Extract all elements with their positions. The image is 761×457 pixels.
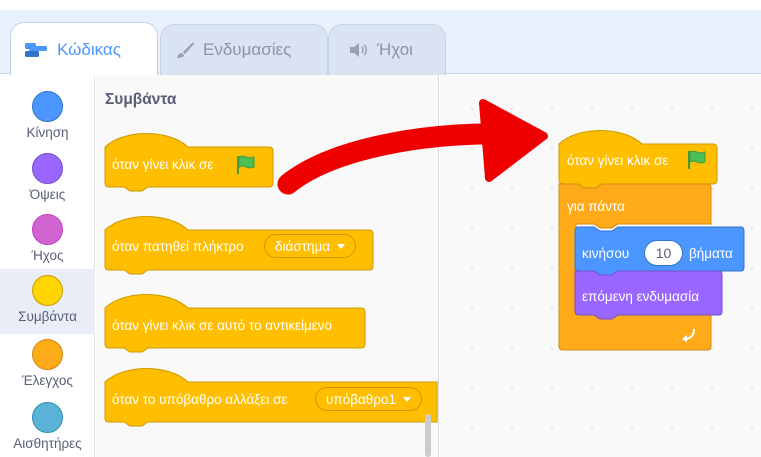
move-block-suffix: βήματα (689, 246, 733, 261)
category-looks-label: Όψεις (29, 187, 66, 202)
category-control[interactable]: Έλεγχος (0, 333, 95, 398)
category-sensing[interactable]: Αισθητήρες (0, 396, 95, 457)
tab-sounds[interactable]: Ήχοι (328, 24, 446, 75)
category-events[interactable]: Συμβάντα (0, 269, 95, 334)
code-icon (25, 42, 49, 58)
block-when-backdrop-switches-label: όταν το υπόβαθρο αλλάξει σε (112, 392, 288, 407)
backdrop-dropdown-value: υπόβαθρο1 (326, 391, 396, 407)
next-costume-block-label: επόμενη ενδυμασία (582, 289, 700, 304)
move-block-prefix: κινήσου (582, 246, 630, 261)
green-flag-icon (237, 155, 255, 174)
palette-section-title: Συμβάντα (105, 91, 177, 108)
category-sensing-dot (32, 402, 63, 433)
tab-costumes-label: Ενδυμασίες (203, 40, 292, 59)
category-events-label: Συμβάντα (18, 309, 77, 324)
costume-brush-icon (175, 41, 195, 59)
tab-code[interactable]: Κώδικας (10, 22, 158, 76)
category-motion-label: Κίνηση (26, 125, 69, 140)
key-dropdown-value: διάστημα (275, 238, 331, 254)
category-sound-dot (32, 214, 63, 245)
block-when-key-pressed-label: όταν πατηθεί πλήκτρο (112, 239, 244, 254)
block-when-flag-clicked-label: όταν γίνει κλικ σε (112, 157, 214, 172)
script-hat-label: όταν γίνει κλικ σε (567, 153, 669, 168)
category-motion[interactable]: Κίνηση (0, 85, 95, 150)
category-motion-dot (32, 91, 63, 122)
tab-costumes[interactable]: Ενδυμασίες (160, 24, 328, 75)
palette-scrollbar[interactable] (425, 414, 431, 457)
category-control-dot (32, 339, 63, 370)
forever-block-label: για πάντα (567, 199, 625, 214)
move-steps-input[interactable]: 10 (644, 240, 683, 266)
block-when-sprite-clicked-label: όταν γίνει κλικ σε αυτό το αντικείμενο (112, 318, 333, 333)
category-control-label: Έλεγχος (22, 373, 73, 388)
green-flag-icon (688, 150, 706, 169)
category-looks-dot (32, 153, 63, 184)
category-sound[interactable]: Ήχος (0, 208, 95, 273)
code-workspace[interactable]: όταν γίνει κλικ σε για πάντα κινήσου 10 … (440, 75, 761, 457)
sound-icon (349, 42, 369, 58)
chevron-down-icon (337, 243, 346, 249)
category-sensing-label: Αισθητήρες (13, 436, 82, 451)
tab-sounds-label: Ήχοι (377, 40, 413, 59)
tab-code-label: Κώδικας (57, 39, 121, 59)
category-looks[interactable]: Όψεις (0, 147, 95, 212)
category-menu: Κίνηση Όψεις Ήχος Συμβάντα Έλεγχος Αισθη… (0, 75, 95, 457)
backdrop-dropdown[interactable]: υπόβαθρο1 (315, 387, 422, 411)
category-sound-label: Ήχος (31, 248, 64, 263)
block-palette: Συμβάντα όταν γίνει κλικ σε όταν πατηθεί… (96, 75, 439, 457)
loop-arrow-icon (682, 328, 695, 342)
key-dropdown[interactable]: διάστημα (264, 234, 357, 258)
chevron-down-icon (402, 396, 411, 402)
category-events-dot (32, 275, 63, 306)
